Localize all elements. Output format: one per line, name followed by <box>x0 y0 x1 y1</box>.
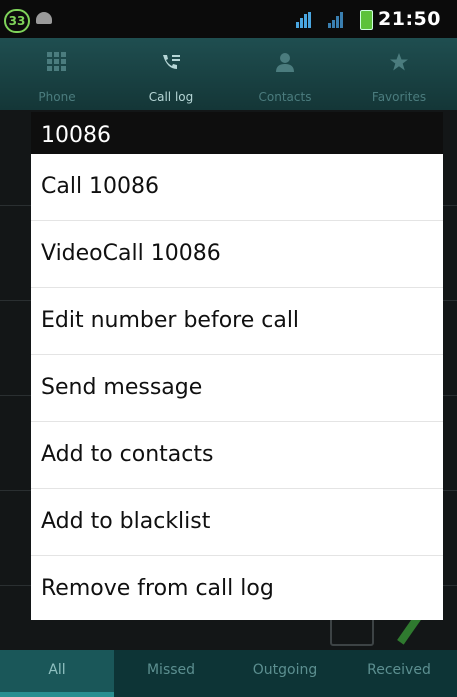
tab-contacts[interactable]: Contacts <box>228 38 342 110</box>
menu-item-call[interactable]: Call 10086 <box>31 154 443 221</box>
android-icon <box>36 12 52 24</box>
tab-label: Contacts <box>258 90 312 104</box>
menu-item-add-to-contacts[interactable]: Add to contacts <box>31 422 443 489</box>
context-menu: Call 10086 VideoCall 10086 Edit number b… <box>31 154 443 622</box>
tab-label: Phone <box>38 90 76 104</box>
filter-tab-all[interactable]: All <box>0 650 114 697</box>
call-log-icon <box>163 55 180 69</box>
filter-tab-outgoing[interactable]: Outgoing <box>228 650 342 697</box>
clock: 21:50 <box>378 8 441 30</box>
tab-label: Favorites <box>371 90 427 104</box>
main-tab-bar: Phone Call log Contacts Favorites <box>0 38 457 110</box>
battery-icon <box>360 10 373 30</box>
keypad-icon <box>47 52 66 71</box>
menu-item-edit-number[interactable]: Edit number before call <box>31 288 443 355</box>
status-bar: 33 21:50 <box>0 0 457 38</box>
signal-icon <box>328 12 346 28</box>
data-transfer-icon <box>296 12 314 28</box>
tab-favorites[interactable]: Favorites <box>342 38 456 110</box>
filter-tab-missed[interactable]: Missed <box>114 650 228 697</box>
filter-tab-bar: All Missed Outgoing Received <box>0 650 457 697</box>
tab-phone[interactable]: Phone <box>0 38 114 110</box>
tab-label: Call log <box>148 90 194 104</box>
person-icon <box>276 53 294 72</box>
menu-item-video-call[interactable]: VideoCall 10086 <box>31 221 443 288</box>
star-icon <box>390 53 408 71</box>
tab-call-log[interactable]: Call log <box>114 38 228 110</box>
filter-tab-received[interactable]: Received <box>342 650 456 697</box>
context-menu-dialog: 10086 Call 10086 VideoCall 10086 Edit nu… <box>31 112 443 620</box>
notification-count-badge: 33 <box>4 9 30 33</box>
menu-item-add-to-blacklist[interactable]: Add to blacklist <box>31 489 443 556</box>
menu-item-remove-from-log[interactable]: Remove from call log <box>31 556 443 622</box>
menu-item-send-message[interactable]: Send message <box>31 355 443 422</box>
dialog-title: 10086 <box>31 112 443 154</box>
